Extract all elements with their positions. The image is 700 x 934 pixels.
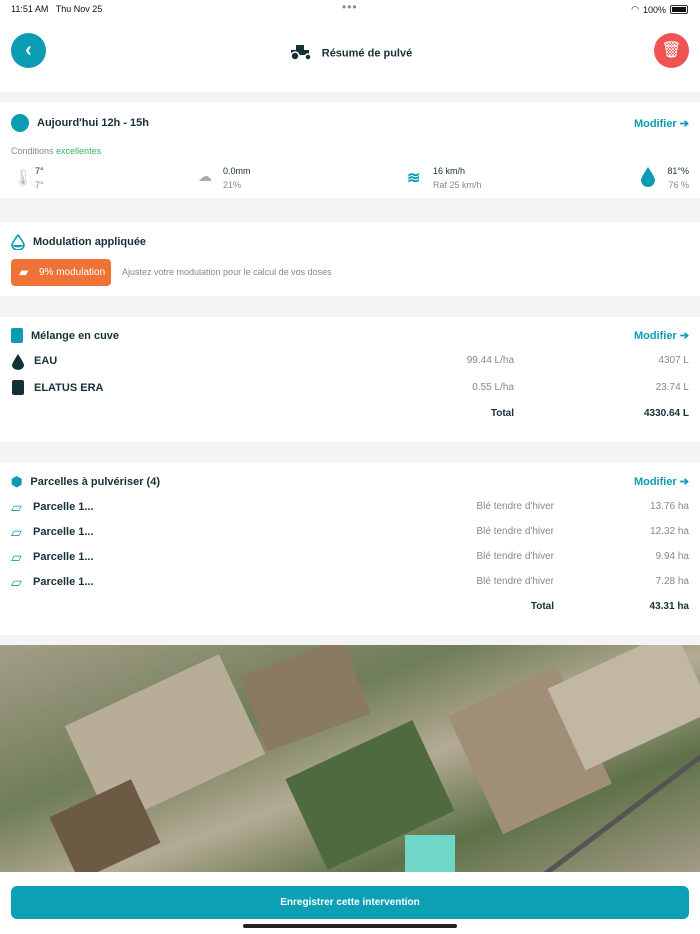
parcels-modify-link[interactable]: Modifier ➔ <box>634 475 689 488</box>
water-drop-icon <box>12 354 24 370</box>
temp-max: 7° <box>35 166 44 176</box>
battery-percent: 100% <box>642 4 666 15</box>
parcel-shape-icon: ▱ <box>11 499 22 515</box>
canister-icon: ▰ <box>19 265 29 279</box>
clock-icon <box>11 114 29 132</box>
parcel-area: 13.76 ha <box>650 501 689 512</box>
product-rate: 99.44 L/ha <box>466 355 514 366</box>
satellite-map[interactable] <box>0 645 700 872</box>
parcels-total: 43.31 ha <box>649 601 689 612</box>
delete-button[interactable]: 🗑 <box>654 33 689 68</box>
mix-card: Mélange en cuve Modifier ➔ EAU 99.44 L/h… <box>0 317 700 442</box>
mix-title: Mélange en cuve <box>11 328 119 343</box>
canister-icon <box>12 380 24 395</box>
battery-icon <box>670 5 688 14</box>
parcel-area: 9.94 ha <box>655 551 689 562</box>
parcel-name: Parcelle 1... <box>33 551 94 563</box>
tractor-icon <box>288 43 314 64</box>
product-name: EAU <box>34 355 58 367</box>
mix-modify-link[interactable]: Modifier ➔ <box>634 329 689 342</box>
parcel-shape-icon: ▱ <box>11 549 22 565</box>
humidity-secondary: 76 % <box>668 180 689 190</box>
wifi-icon: ◠ <box>631 4 639 14</box>
humidity-drop-icon <box>641 167 655 187</box>
rain-amount: 0.0mm <box>223 166 251 176</box>
weather-modify-link[interactable]: Modifier ➔ <box>634 117 689 130</box>
weather-card: Aujourd'hui 12h - 15h Modifier ➔ Conditi… <box>0 102 700 198</box>
trash-icon: 🗑 <box>661 42 682 59</box>
parcel-crop: Blé tendre d'hiver <box>476 526 554 537</box>
weather-title: Aujourd'hui 12h - 15h <box>11 114 149 132</box>
multitask-dots: ••• <box>342 0 358 14</box>
modulation-card: Modulation appliquée ▰ 9% modulation Ajus… <box>0 222 700 296</box>
drop-outline-icon <box>11 234 25 250</box>
temp-min: 7° <box>35 180 44 190</box>
parcel-crop: Blé tendre d'hiver <box>476 551 554 562</box>
product-rate: 0.55 L/ha <box>472 382 514 393</box>
canister-icon <box>11 328 23 343</box>
save-intervention-button[interactable]: Enregistrer cette intervention <box>11 886 689 919</box>
parcel-area: 12.32 ha <box>650 526 689 537</box>
status-bar: 11:51 AM Thu Nov 25 ••• ◠ 100% <box>0 0 700 18</box>
parcels-icon: ⬢ <box>11 474 23 489</box>
rain-cloud-icon: ☁ <box>198 168 212 184</box>
parcel-area: 7.28 ha <box>655 576 689 587</box>
wind-speed: 16 km/h <box>433 166 466 176</box>
parcel-name: Parcelle 1... <box>33 526 94 538</box>
home-indicator <box>243 924 457 928</box>
modulation-title: Modulation appliquée <box>11 234 146 250</box>
wind-icon: ≋ <box>407 170 421 187</box>
page-title: Résumé de pulvé <box>0 43 700 64</box>
footer: Enregistrer cette intervention <box>0 872 700 934</box>
product-name: ELATUS ERA <box>34 382 104 394</box>
parcel-name: Parcelle 1... <box>33 501 94 513</box>
humidity: 81°% <box>667 166 689 176</box>
parcel-shape-icon: ▱ <box>11 574 22 590</box>
mix-total: 4330.64 L <box>643 408 689 419</box>
header: ‹ Résumé de pulvé 🗑 <box>0 18 700 92</box>
product-quantity: 4307 L <box>658 355 689 366</box>
wind-gust: Raf 25 km/h <box>433 180 482 190</box>
parcel-crop: Blé tendre d'hiver <box>476 576 554 587</box>
parcels-total-label: Total <box>530 601 554 612</box>
parcel-crop: Blé tendre d'hiver <box>476 501 554 512</box>
parcels-card: ⬢ Parcelles à pulvériser (4) Modifier ➔ ▱… <box>0 463 700 635</box>
modulation-hint: Ajustez votre modulation pour le calcul … <box>122 267 332 277</box>
thermometer-icon: 🌡 <box>13 170 34 187</box>
mix-total-label: Total <box>490 408 514 419</box>
modulation-button[interactable]: ▰ 9% modulation <box>11 259 111 286</box>
rain-probability: 21% <box>223 180 242 190</box>
parcel-shape-icon: ▱ <box>11 524 22 540</box>
product-quantity: 23.74 L <box>655 382 689 393</box>
parcels-title: ⬢ Parcelles à pulvériser (4) <box>11 474 160 489</box>
conditions: Conditions excellentes <box>11 146 102 156</box>
status-time: 11:51 AM Thu Nov 25 <box>11 4 103 14</box>
parcel-name: Parcelle 1... <box>33 576 94 588</box>
